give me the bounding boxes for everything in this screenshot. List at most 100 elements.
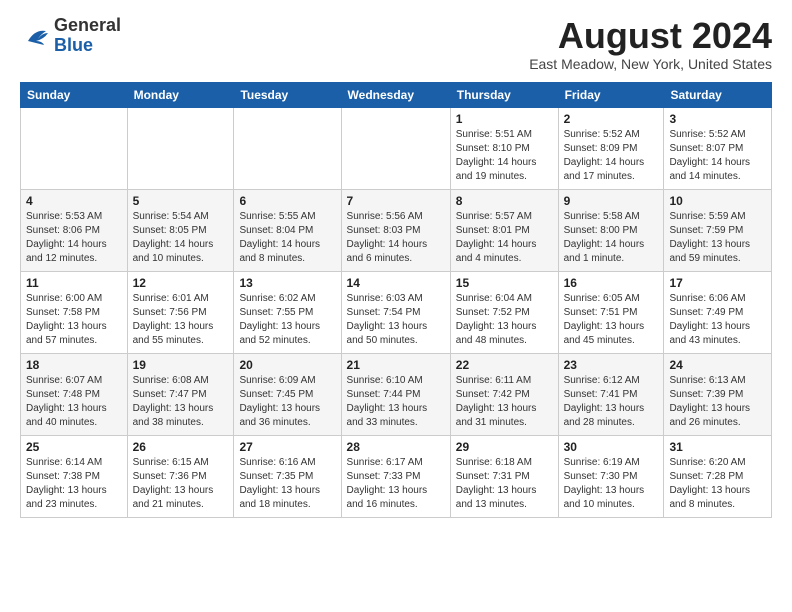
day-number: 15 [456, 276, 553, 290]
month-title: August 2024 [529, 16, 772, 56]
day-number: 11 [26, 276, 122, 290]
day-info: Sunrise: 6:09 AM Sunset: 7:45 PM Dayligh… [239, 374, 335, 430]
day-number: 5 [133, 194, 229, 208]
day-number: 1 [456, 112, 553, 126]
day-number: 9 [564, 194, 659, 208]
day-number: 13 [239, 276, 335, 290]
day-info: Sunrise: 6:07 AM Sunset: 7:48 PM Dayligh… [26, 374, 122, 430]
calendar-cell: 4 Sunrise: 5:53 AM Sunset: 8:06 PM Daylig… [21, 189, 128, 271]
calendar-header-saturday: Saturday [664, 82, 772, 107]
day-info: Sunrise: 5:55 AM Sunset: 8:04 PM Dayligh… [239, 210, 335, 266]
day-number: 12 [133, 276, 229, 290]
calendar-header-monday: Monday [127, 82, 234, 107]
calendar-cell: 16Sunrise: 6:05 AM Sunset: 7:51 PM Dayli… [558, 271, 664, 353]
calendar-cell: 23 Sunrise: 6:12 AM Sunset: 7:41 PM Dayli… [558, 353, 664, 435]
calendar-cell [341, 107, 450, 189]
calendar-week-2: 11 Sunrise: 6:00 AM Sunset: 7:58 PM Dayli… [21, 271, 772, 353]
calendar-header-sunday: Sunday [21, 82, 128, 107]
day-info: Sunrise: 5:59 AM Sunset: 7:59 PM Dayligh… [669, 210, 766, 266]
location: East Meadow, New York, United States [529, 56, 772, 72]
calendar-cell: 17Sunrise: 6:06 AM Sunset: 7:49 PM Dayli… [664, 271, 772, 353]
calendar-cell: 6Sunrise: 5:55 AM Sunset: 8:04 PM Daylig… [234, 189, 341, 271]
header: General Blue August 2024 East Meadow, Ne… [20, 16, 772, 72]
calendar-cell: 3 Sunrise: 5:52 AM Sunset: 8:07 PM Daylig… [664, 107, 772, 189]
calendar-header-friday: Friday [558, 82, 664, 107]
calendar-cell: 28Sunrise: 6:17 AM Sunset: 7:33 PM Dayli… [341, 435, 450, 517]
day-info: Sunrise: 6:00 AM Sunset: 7:58 PM Dayligh… [26, 292, 122, 348]
day-info: Sunrise: 5:51 AM Sunset: 8:10 PM Dayligh… [456, 128, 553, 184]
day-number: 19 [133, 358, 229, 372]
calendar-cell [234, 107, 341, 189]
logo-general: General [54, 16, 121, 36]
day-number: 2 [564, 112, 659, 126]
day-info: Sunrise: 6:17 AM Sunset: 7:33 PM Dayligh… [347, 456, 445, 512]
calendar-cell [21, 107, 128, 189]
day-info: Sunrise: 5:53 AM Sunset: 8:06 PM Dayligh… [26, 210, 122, 266]
logo: General Blue [20, 16, 121, 56]
calendar-cell: 21 Sunrise: 6:10 AM Sunset: 7:44 PM Dayli… [341, 353, 450, 435]
logo-bird-icon [20, 21, 50, 51]
calendar-week-0: 1 Sunrise: 5:51 AM Sunset: 8:10 PM Daylig… [21, 107, 772, 189]
day-number: 26 [133, 440, 229, 454]
day-info: Sunrise: 6:14 AM Sunset: 7:38 PM Dayligh… [26, 456, 122, 512]
calendar-cell: 18 Sunrise: 6:07 AM Sunset: 7:48 PM Dayli… [21, 353, 128, 435]
calendar-week-1: 4 Sunrise: 5:53 AM Sunset: 8:06 PM Daylig… [21, 189, 772, 271]
calendar-cell: 8Sunrise: 5:57 AM Sunset: 8:01 PM Daylig… [450, 189, 558, 271]
calendar-cell: 12 Sunrise: 6:01 AM Sunset: 7:56 PM Dayli… [127, 271, 234, 353]
calendar-header-row: SundayMondayTuesdayWednesdayThursdayFrid… [21, 82, 772, 107]
title-block: August 2024 East Meadow, New York, Unite… [529, 16, 772, 72]
day-info: Sunrise: 6:13 AM Sunset: 7:39 PM Dayligh… [669, 374, 766, 430]
day-number: 25 [26, 440, 122, 454]
calendar-cell: 20 Sunrise: 6:09 AM Sunset: 7:45 PM Dayli… [234, 353, 341, 435]
calendar-header-wednesday: Wednesday [341, 82, 450, 107]
calendar-cell: 14 Sunrise: 6:03 AM Sunset: 7:54 PM Dayli… [341, 271, 450, 353]
day-info: Sunrise: 6:08 AM Sunset: 7:47 PM Dayligh… [133, 374, 229, 430]
day-number: 14 [347, 276, 445, 290]
calendar-header-thursday: Thursday [450, 82, 558, 107]
day-number: 17 [669, 276, 766, 290]
calendar-cell: 22Sunrise: 6:11 AM Sunset: 7:42 PM Dayli… [450, 353, 558, 435]
calendar-cell: 2 Sunrise: 5:52 AM Sunset: 8:09 PM Daylig… [558, 107, 664, 189]
day-info: Sunrise: 6:16 AM Sunset: 7:35 PM Dayligh… [239, 456, 335, 512]
calendar-week-4: 25 Sunrise: 6:14 AM Sunset: 7:38 PM Dayli… [21, 435, 772, 517]
day-number: 22 [456, 358, 553, 372]
calendar-cell [127, 107, 234, 189]
day-info: Sunrise: 6:12 AM Sunset: 7:41 PM Dayligh… [564, 374, 659, 430]
calendar-cell: 5 Sunrise: 5:54 AM Sunset: 8:05 PM Daylig… [127, 189, 234, 271]
day-info: Sunrise: 5:54 AM Sunset: 8:05 PM Dayligh… [133, 210, 229, 266]
calendar-cell: 13 Sunrise: 6:02 AM Sunset: 7:55 PM Dayli… [234, 271, 341, 353]
calendar-header-tuesday: Tuesday [234, 82, 341, 107]
day-number: 21 [347, 358, 445, 372]
day-info: Sunrise: 6:15 AM Sunset: 7:36 PM Dayligh… [133, 456, 229, 512]
day-number: 10 [669, 194, 766, 208]
day-number: 31 [669, 440, 766, 454]
day-number: 4 [26, 194, 122, 208]
day-number: 20 [239, 358, 335, 372]
calendar-cell: 1 Sunrise: 5:51 AM Sunset: 8:10 PM Daylig… [450, 107, 558, 189]
day-number: 8 [456, 194, 553, 208]
day-number: 30 [564, 440, 659, 454]
day-info: Sunrise: 6:03 AM Sunset: 7:54 PM Dayligh… [347, 292, 445, 348]
day-info: Sunrise: 6:10 AM Sunset: 7:44 PM Dayligh… [347, 374, 445, 430]
day-info: Sunrise: 5:56 AM Sunset: 8:03 PM Dayligh… [347, 210, 445, 266]
calendar-cell: 15Sunrise: 6:04 AM Sunset: 7:52 PM Dayli… [450, 271, 558, 353]
calendar-cell: 25 Sunrise: 6:14 AM Sunset: 7:38 PM Dayli… [21, 435, 128, 517]
day-info: Sunrise: 6:18 AM Sunset: 7:31 PM Dayligh… [456, 456, 553, 512]
day-number: 23 [564, 358, 659, 372]
calendar-cell: 24 Sunrise: 6:13 AM Sunset: 7:39 PM Dayli… [664, 353, 772, 435]
day-info: Sunrise: 5:58 AM Sunset: 8:00 PM Dayligh… [564, 210, 659, 266]
day-number: 7 [347, 194, 445, 208]
calendar-week-3: 18 Sunrise: 6:07 AM Sunset: 7:48 PM Dayli… [21, 353, 772, 435]
calendar-cell: 29 Sunrise: 6:18 AM Sunset: 7:31 PM Dayli… [450, 435, 558, 517]
day-info: Sunrise: 6:02 AM Sunset: 7:55 PM Dayligh… [239, 292, 335, 348]
day-number: 24 [669, 358, 766, 372]
day-number: 18 [26, 358, 122, 372]
day-info: Sunrise: 6:19 AM Sunset: 7:30 PM Dayligh… [564, 456, 659, 512]
day-info: Sunrise: 5:52 AM Sunset: 8:09 PM Dayligh… [564, 128, 659, 184]
calendar-cell: 11 Sunrise: 6:00 AM Sunset: 7:58 PM Dayli… [21, 271, 128, 353]
day-info: Sunrise: 5:52 AM Sunset: 8:07 PM Dayligh… [669, 128, 766, 184]
page: General Blue August 2024 East Meadow, Ne… [0, 0, 792, 612]
day-info: Sunrise: 6:01 AM Sunset: 7:56 PM Dayligh… [133, 292, 229, 348]
day-number: 29 [456, 440, 553, 454]
day-number: 3 [669, 112, 766, 126]
